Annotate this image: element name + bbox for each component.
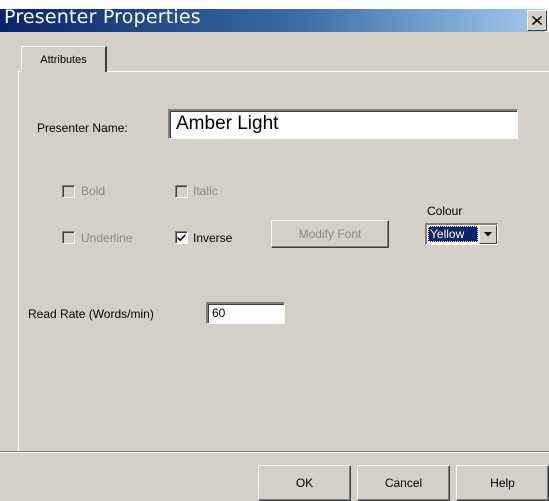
- help-label: Help: [490, 476, 515, 490]
- cancel-label: Cancel: [384, 476, 423, 490]
- bold-checkbox[interactable]: [62, 185, 75, 198]
- checkmark-icon: [177, 233, 186, 242]
- ok-label: OK: [295, 476, 314, 490]
- bottom-separator-highlight: [0, 452, 549, 453]
- read-rate-input[interactable]: 60: [206, 302, 285, 324]
- presenter-properties-dialog: Presenter Properties Attributes Presente…: [0, 0, 549, 501]
- colour-label: Colour: [427, 204, 463, 218]
- chevron-down-icon: [484, 232, 492, 237]
- bold-label: Bold: [81, 184, 106, 198]
- presenter-name-label: Presenter Name:: [37, 121, 128, 135]
- underline-checkbox[interactable]: [62, 231, 75, 244]
- colour-select[interactable]: Yellow: [425, 223, 498, 245]
- title-bar: Presenter Properties: [0, 0, 549, 32]
- read-rate-label: Read Rate (Words/min): [28, 307, 154, 321]
- help-button[interactable]: Help: [456, 465, 549, 501]
- cancel-button[interactable]: Cancel: [357, 465, 450, 501]
- inverse-checkbox[interactable]: [175, 231, 188, 244]
- colour-dropdown-button[interactable]: [479, 225, 497, 244]
- italic-label: Italic: [193, 184, 218, 198]
- underline-label: Underline: [81, 231, 133, 245]
- close-icon: [532, 16, 542, 25]
- inverse-label: Inverse: [193, 231, 233, 245]
- tab-attributes-label: Attributes: [40, 53, 87, 66]
- window-title: Presenter Properties: [4, 6, 201, 28]
- modify-font-button[interactable]: Modify Font: [271, 220, 389, 248]
- modify-font-label: Modify Font: [298, 227, 362, 241]
- colour-selected-value: Yellow: [428, 226, 478, 242]
- presenter-name-input[interactable]: Amber Light: [168, 109, 518, 139]
- tab-attributes[interactable]: Attributes: [21, 46, 107, 72]
- ok-button[interactable]: OK: [258, 465, 351, 501]
- italic-checkbox[interactable]: [175, 185, 188, 198]
- close-button[interactable]: [527, 10, 547, 31]
